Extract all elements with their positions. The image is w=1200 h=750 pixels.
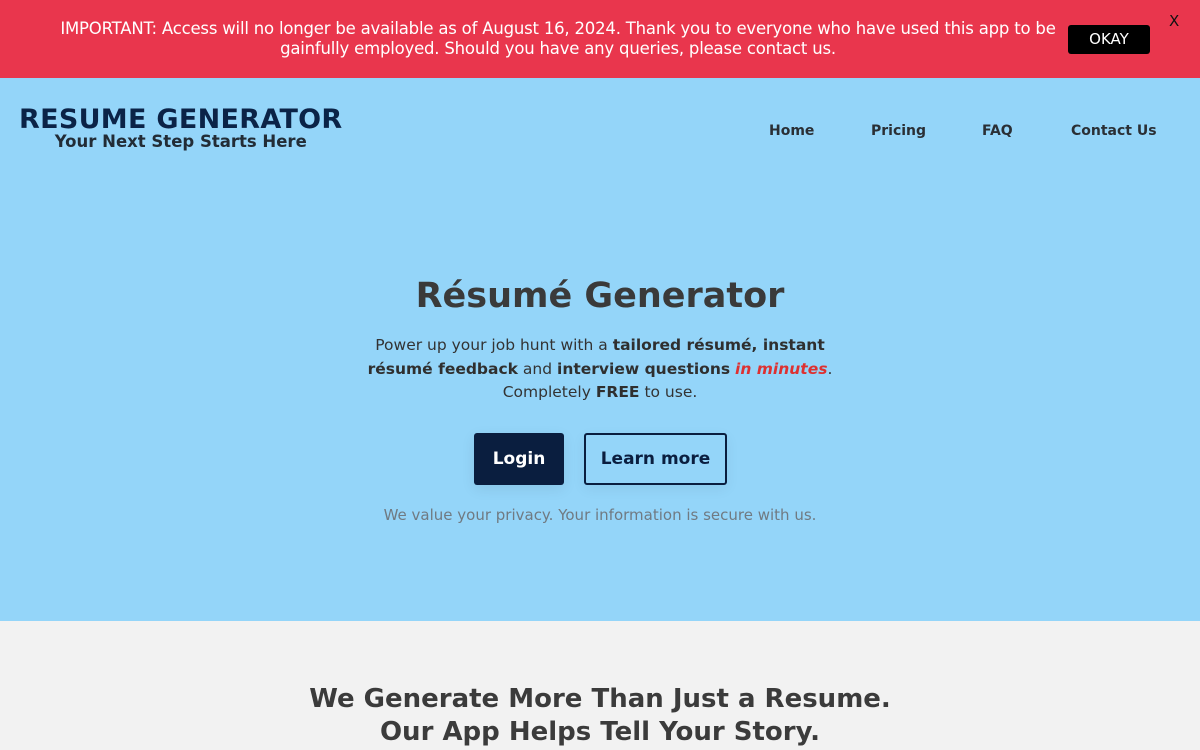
announcement-message: IMPORTANT: Access will no longer be avai… bbox=[60, 19, 1056, 58]
desc-text: to use. bbox=[639, 383, 698, 401]
announcement-banner: IMPORTANT: Access will no longer be avai… bbox=[0, 0, 1200, 78]
privacy-note: We value your privacy. Your information … bbox=[383, 506, 817, 524]
nav-home[interactable]: Home bbox=[769, 123, 814, 139]
section-title: We Generate More Than Just a Resume. Our… bbox=[0, 683, 1200, 749]
nav-pricing[interactable]: Pricing bbox=[871, 123, 926, 139]
section-title-line: We Generate More Than Just a Resume. bbox=[309, 684, 891, 714]
login-button[interactable]: Login bbox=[474, 433, 564, 485]
main-nav: Home Pricing FAQ Contact Us bbox=[0, 123, 1200, 143]
hero-description: Power up your job hunt with a tailored r… bbox=[360, 334, 840, 405]
nav-faq[interactable]: FAQ bbox=[982, 123, 1013, 139]
section-title-line: Our App Helps Tell Your Story. bbox=[379, 717, 821, 747]
desc-bold: FREE bbox=[595, 383, 640, 401]
desc-text: Completely bbox=[502, 383, 596, 401]
features-section: We Generate More Than Just a Resume. Our… bbox=[0, 621, 1200, 750]
okay-button[interactable]: OKAY bbox=[1068, 25, 1150, 54]
learn-more-button[interactable]: Learn more bbox=[584, 433, 727, 485]
desc-text: . bbox=[827, 359, 833, 378]
desc-text: Power up your job hunt with a bbox=[375, 336, 613, 354]
desc-bold: interview questions bbox=[557, 359, 731, 378]
desc-highlight: in minutes bbox=[735, 359, 828, 378]
page-title: Résumé Generator bbox=[415, 276, 785, 316]
hero-section: RESUME GENERATOR Your Next Step Starts H… bbox=[0, 78, 1200, 621]
close-icon[interactable]: X bbox=[1169, 12, 1179, 30]
nav-contact-us[interactable]: Contact Us bbox=[1071, 123, 1157, 139]
desc-text: and bbox=[518, 359, 558, 378]
